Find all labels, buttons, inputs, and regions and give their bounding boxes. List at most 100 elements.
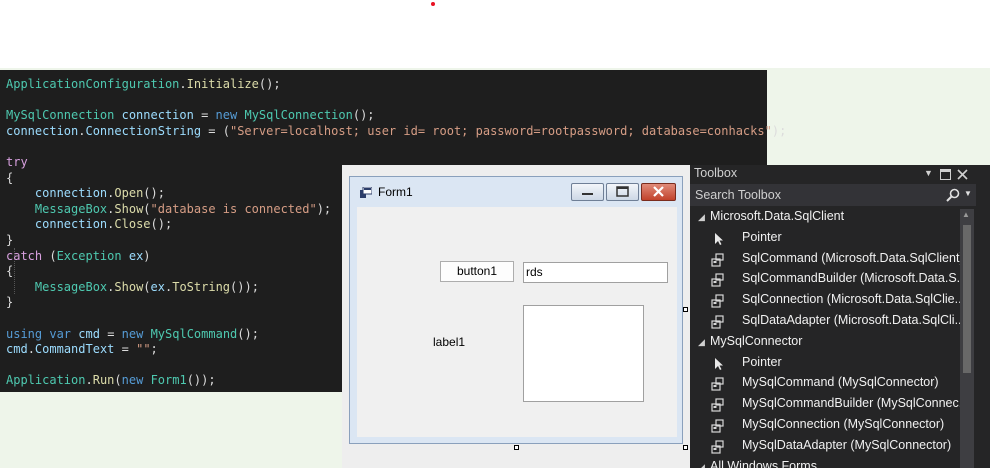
code-token: MessageBox (34, 279, 108, 294)
code-line[interactable]: cmd.CommandText = ""; (6, 341, 158, 357)
code-line[interactable]: try (6, 154, 28, 170)
component-icon (711, 440, 724, 454)
code-token: ex (150, 279, 165, 294)
toolbox-item-label: MySqlCommand (MySqlConnector) (742, 375, 939, 390)
maximize-button[interactable] (606, 183, 639, 201)
form-icon (360, 187, 372, 198)
search-options-caret-icon[interactable]: ▼ (964, 189, 972, 198)
red-dot-marker (431, 2, 435, 6)
toolbox-scrollbar[interactable]: ▲ (960, 209, 974, 468)
toolbox-item-label: SqlConnection (Microsoft.Data.SqlClie... (742, 292, 962, 307)
resize-handle-corner[interactable] (683, 445, 688, 450)
toolbox-group-label: MySqlConnector (710, 333, 803, 348)
scroll-up-icon[interactable]: ▲ (962, 210, 970, 219)
toolbox-item[interactable]: SqlConnection (Microsoft.Data.SqlClie... (690, 290, 962, 311)
toolbox-item[interactable]: Pointer (690, 353, 962, 374)
code-line[interactable]: connection.Open(); (6, 185, 165, 201)
close-button[interactable] (641, 183, 676, 201)
form-titlebar[interactable]: Form1 (350, 177, 682, 205)
code-token: CommandText (34, 342, 115, 357)
code-token: try (6, 155, 28, 169)
code-token: (); (352, 108, 375, 123)
code-token: ( (114, 373, 122, 388)
code-line[interactable]: connection.ConnectionString = ("Server=l… (6, 123, 786, 139)
toolbox-item[interactable]: MySqlCommand (MySqlConnector) (690, 373, 962, 394)
code-token: new (215, 108, 238, 123)
maximize-icon[interactable] (940, 169, 951, 180)
toolbox-group[interactable]: ◢ Microsoft.Data.SqlClient (690, 207, 962, 228)
expand-arrow-icon[interactable]: ◢ (698, 212, 705, 223)
code-line[interactable]: connection.Close(); (6, 216, 172, 232)
maximize-icon (616, 186, 629, 197)
code-token: connection (34, 217, 108, 232)
code-token: } (6, 233, 14, 247)
code-line[interactable]: catch (Exception ex) (6, 248, 151, 264)
code-token: ToString (172, 279, 231, 294)
form-designer-window[interactable]: Form1 button1 rds label1 (349, 176, 683, 444)
code-line[interactable]: MySqlConnection connection = new MySqlCo… (6, 107, 375, 123)
expand-arrow-icon[interactable]: ◢ (698, 337, 705, 348)
toolbox-item[interactable]: MySqlDataAdapter (MySqlConnector) (690, 436, 962, 457)
toolbox-search-input[interactable]: Search Toolbox (695, 188, 781, 202)
toolbox-group[interactable]: ◢ MySqlConnector (690, 332, 962, 353)
code-token: catch (6, 248, 43, 263)
code-line[interactable]: } (6, 232, 13, 248)
code-line[interactable]: { (6, 170, 13, 186)
code-token: = ( (201, 123, 230, 138)
code-token: Show (114, 279, 144, 294)
code-token: MySqlConnection (244, 108, 353, 123)
toolbox-item-label: MySqlDataAdapter (MySqlConnector) (742, 437, 952, 452)
toolbox-item[interactable]: SqlDataAdapter (Microsoft.Data.SqlCli... (690, 311, 962, 332)
code-token: . (85, 373, 93, 388)
toolbox-item-label: MySqlConnection (MySqlConnector) (742, 417, 945, 431)
toolbox-group[interactable]: ◢ All Windows Forms (690, 457, 962, 468)
code-token: connection (34, 186, 108, 201)
code-line[interactable]: } (6, 294, 13, 310)
toolbox-item[interactable]: SqlCommand (Microsoft.Data.SqlClient) (690, 249, 962, 270)
code-line[interactable]: using var cmd = new MySqlCommand(); (6, 326, 259, 342)
toolbox-search-box[interactable]: Search Toolbox ▼ (690, 184, 976, 206)
dropdown-icon[interactable]: ▼ (924, 168, 933, 178)
code-line[interactable]: { (6, 263, 13, 279)
code-token: new (121, 373, 144, 388)
minimize-button[interactable] (571, 183, 604, 201)
scroll-thumb[interactable] (963, 225, 971, 373)
code-token: ( (42, 248, 57, 263)
label1-control[interactable]: label1 (433, 335, 465, 349)
code-token: { (6, 264, 14, 279)
toolbox-item[interactable]: MySqlConnection (MySqlConnector) (690, 415, 962, 436)
toolbox-item-label: SqlDataAdapter (Microsoft.Data.SqlCli... (742, 313, 962, 327)
toolbox-item[interactable]: Pointer (690, 228, 962, 249)
button1-control[interactable]: button1 (440, 261, 514, 282)
code-token: Show (114, 201, 144, 216)
code-token: cmd (78, 326, 100, 341)
resize-handle-bottom[interactable] (514, 445, 519, 450)
code-token: ()); (230, 279, 259, 294)
resize-handle-right[interactable] (683, 307, 688, 312)
code-line[interactable]: ApplicationConfiguration.Initialize(); (6, 76, 281, 92)
minimize-icon (582, 193, 593, 195)
code-line[interactable]: Application.Run(new Form1()); (6, 372, 216, 388)
code-token: ApplicationConfiguration (6, 77, 180, 91)
search-icon[interactable] (946, 188, 960, 202)
code-token: (); (143, 186, 165, 201)
code-token: MessageBox (34, 201, 108, 216)
listbox-control[interactable] (523, 305, 644, 402)
textbox-control[interactable]: rds (523, 262, 668, 283)
code-token: ); (771, 123, 787, 138)
code-token: Close (114, 217, 151, 232)
toolbox-item[interactable]: SqlCommandBuilder (Microsoft.Data.S... (690, 269, 962, 290)
code-token: Run (92, 373, 115, 388)
code-line[interactable]: MessageBox.Show("database is connected")… (6, 201, 331, 217)
form-client-area[interactable]: button1 rds label1 (357, 207, 677, 437)
code-token: MySqlCommand (150, 326, 238, 341)
code-line[interactable]: MessageBox.Show(ex.ToString()); (6, 279, 259, 295)
toolbox-item[interactable]: MySqlCommandBuilder (MySqlConnec... (690, 394, 962, 415)
component-icon (711, 398, 724, 412)
expand-arrow-icon[interactable]: ◢ (698, 462, 705, 468)
pointer-icon (715, 232, 723, 245)
component-icon (711, 252, 724, 267)
close-icon[interactable] (957, 169, 968, 180)
